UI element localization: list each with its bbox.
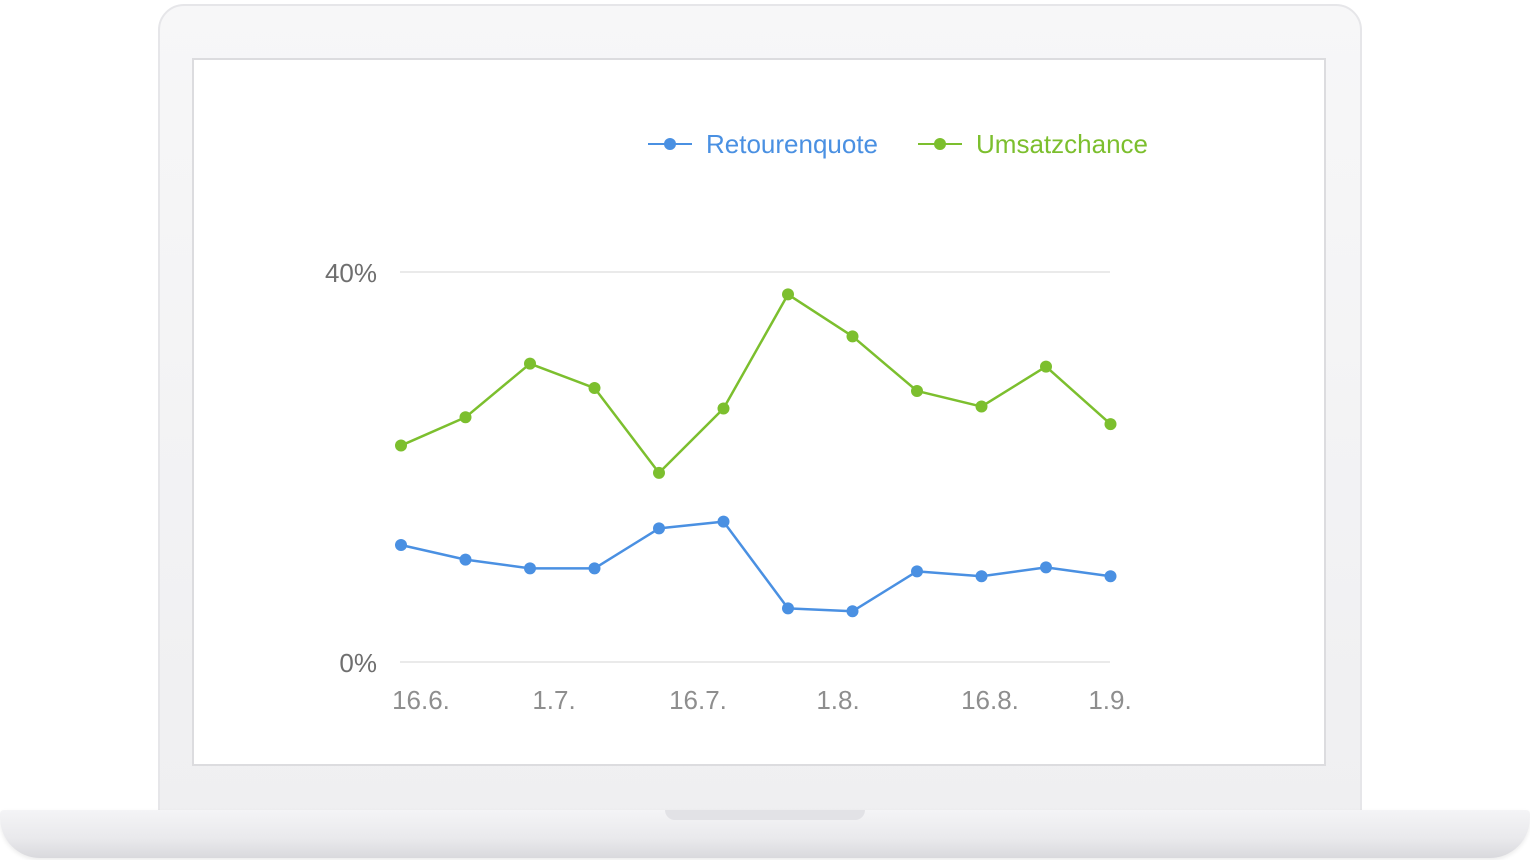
data-point[interactable] — [459, 553, 472, 566]
y-tick-40: 40% — [325, 258, 377, 288]
data-point[interactable] — [395, 439, 407, 452]
data-point[interactable] — [717, 515, 730, 528]
data-point[interactable] — [588, 382, 601, 395]
series-line-retourenquote — [400, 520, 1111, 613]
data-point[interactable] — [1040, 561, 1052, 574]
data-point[interactable] — [717, 402, 730, 415]
x-tick-6: 1.9. — [1088, 685, 1131, 715]
data-point[interactable] — [1104, 418, 1117, 431]
data-point[interactable] — [846, 330, 859, 343]
data-point[interactable] — [524, 357, 536, 370]
data-point[interactable] — [524, 562, 536, 575]
data-point[interactable] — [975, 400, 988, 413]
data-point[interactable] — [653, 522, 665, 535]
x-axis-ticks: 16.6. 1.7. 16.7. 1.8. 16.8. 1.9. — [392, 685, 1132, 715]
data-point[interactable] — [911, 384, 923, 397]
x-tick-5: 16.8. — [961, 685, 1019, 715]
x-tick-3: 16.7. — [669, 685, 727, 715]
series-line-umsatzchance — [400, 293, 1112, 475]
data-point[interactable] — [782, 602, 794, 615]
data-point[interactable] — [395, 539, 407, 551]
data-point[interactable] — [911, 565, 923, 578]
data-point[interactable] — [459, 411, 472, 424]
line-chart: 40% 0% 16.6. 1.7. 16.7. 1.8. 16.8. 1.9. — [325, 258, 1132, 715]
data-point[interactable] — [782, 288, 794, 301]
data-point[interactable] — [653, 466, 665, 479]
data-point[interactable] — [1040, 360, 1052, 373]
data-point[interactable] — [975, 570, 988, 583]
grid-lines — [400, 271, 1110, 663]
x-tick-4: 1.8. — [816, 685, 859, 715]
series-group — [395, 288, 1117, 618]
x-tick-1: 16.6. — [392, 685, 450, 715]
x-tick-2: 1.7. — [532, 685, 575, 715]
data-point[interactable] — [846, 605, 859, 618]
series-umsatzchance — [395, 288, 1117, 479]
y-tick-0: 0% — [339, 648, 377, 678]
data-point[interactable] — [1104, 570, 1117, 583]
data-point[interactable] — [588, 562, 601, 575]
series-retourenquote — [395, 515, 1117, 618]
y-axis-ticks: 40% 0% — [325, 258, 377, 678]
